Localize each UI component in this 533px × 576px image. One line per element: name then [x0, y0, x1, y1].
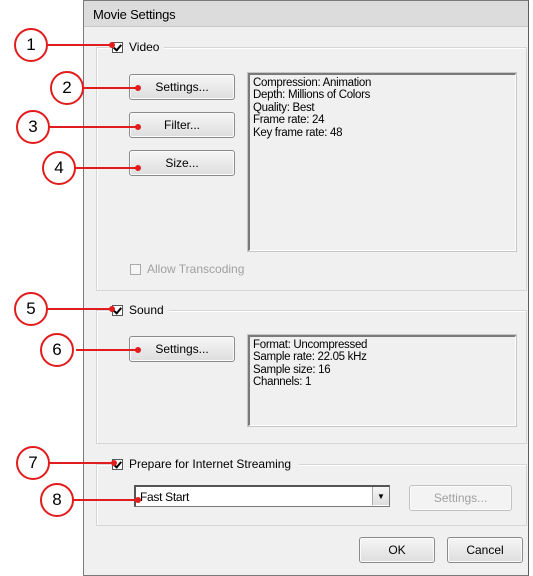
video-info-line: Quality: Best [253, 101, 315, 114]
video-info-line: Depth: Millions of Colors [253, 89, 371, 102]
callout-leader-line [42, 44, 112, 46]
callout-2: 2 [50, 71, 84, 105]
sound-info-line: Format: Uncompressed [253, 339, 368, 351]
callout-leader-line [44, 126, 138, 128]
video-label: Video [129, 40, 160, 54]
chevron-down-icon[interactable]: ▼ [372, 487, 389, 505]
callout-pointer-dot [135, 165, 141, 171]
sound-info-line: Sample rate: 22.05 kHz [253, 351, 367, 364]
callout-5: 5 [14, 292, 48, 326]
cancel-button[interactable]: Cancel [447, 537, 523, 563]
callout-pointer-dot [109, 306, 115, 312]
callout-1: 1 [14, 28, 48, 62]
callout-leader-line [70, 499, 138, 501]
callout-pointer-dot [135, 85, 141, 91]
callout-pointer-dot [135, 347, 141, 353]
streaming-group-header: Prepare for Internet Streaming [110, 456, 300, 472]
video-size-button[interactable]: Size... [129, 150, 235, 176]
video-settings-button[interactable]: Settings... [129, 74, 235, 100]
callout-pointer-dot [135, 124, 141, 130]
sound-info-line: Channels: 1 [253, 376, 312, 389]
ok-button[interactable]: OK [359, 537, 435, 563]
video-filter-button[interactable]: Filter... [129, 112, 235, 138]
sound-settings-button[interactable]: Settings... [129, 336, 235, 362]
streaming-label: Prepare for Internet Streaming [129, 457, 292, 471]
callout-pointer-dot [109, 42, 115, 48]
video-info-box: Compression: Animation Depth: Millions o… [247, 72, 517, 252]
dialog-title: Movie Settings [93, 7, 176, 22]
callout-7: 7 [16, 446, 50, 480]
callout-8: 8 [40, 483, 74, 517]
video-info-line: Compression: Animation [253, 77, 372, 89]
callout-4: 4 [42, 151, 76, 185]
video-group-header: Video [110, 39, 165, 55]
streaming-method-value: Fast Start [140, 490, 190, 504]
streaming-method-select[interactable]: Fast Start ▼ [134, 485, 390, 507]
allow-transcoding-label: Allow Transcoding [147, 262, 245, 276]
callout-leader-line [42, 462, 114, 464]
sound-group-header: Sound [110, 302, 169, 318]
video-info-line: Frame rate: 24 [253, 114, 325, 127]
allow-transcoding-row: Allow Transcoding [130, 262, 244, 276]
callout-6: 6 [40, 333, 74, 367]
callout-leader-line [70, 167, 138, 169]
sound-info-line: Sample size: 16 [253, 363, 331, 376]
sound-label: Sound [129, 303, 164, 317]
callout-pointer-dot [135, 497, 141, 503]
callout-leader-line [76, 349, 138, 351]
callout-pointer-dot [111, 460, 117, 466]
streaming-settings-button[interactable]: Settings... [409, 485, 512, 511]
callout-leader-line [40, 308, 112, 310]
sound-info-box: Format: Uncompressed Sample rate: 22.05 … [247, 334, 517, 427]
title-bar[interactable]: Movie Settings [84, 1, 528, 27]
callout-3: 3 [16, 110, 50, 144]
video-info-line: Key frame rate: 48 [253, 126, 343, 139]
callout-leader-line [78, 87, 138, 89]
allow-transcoding-checkbox[interactable] [130, 263, 141, 275]
